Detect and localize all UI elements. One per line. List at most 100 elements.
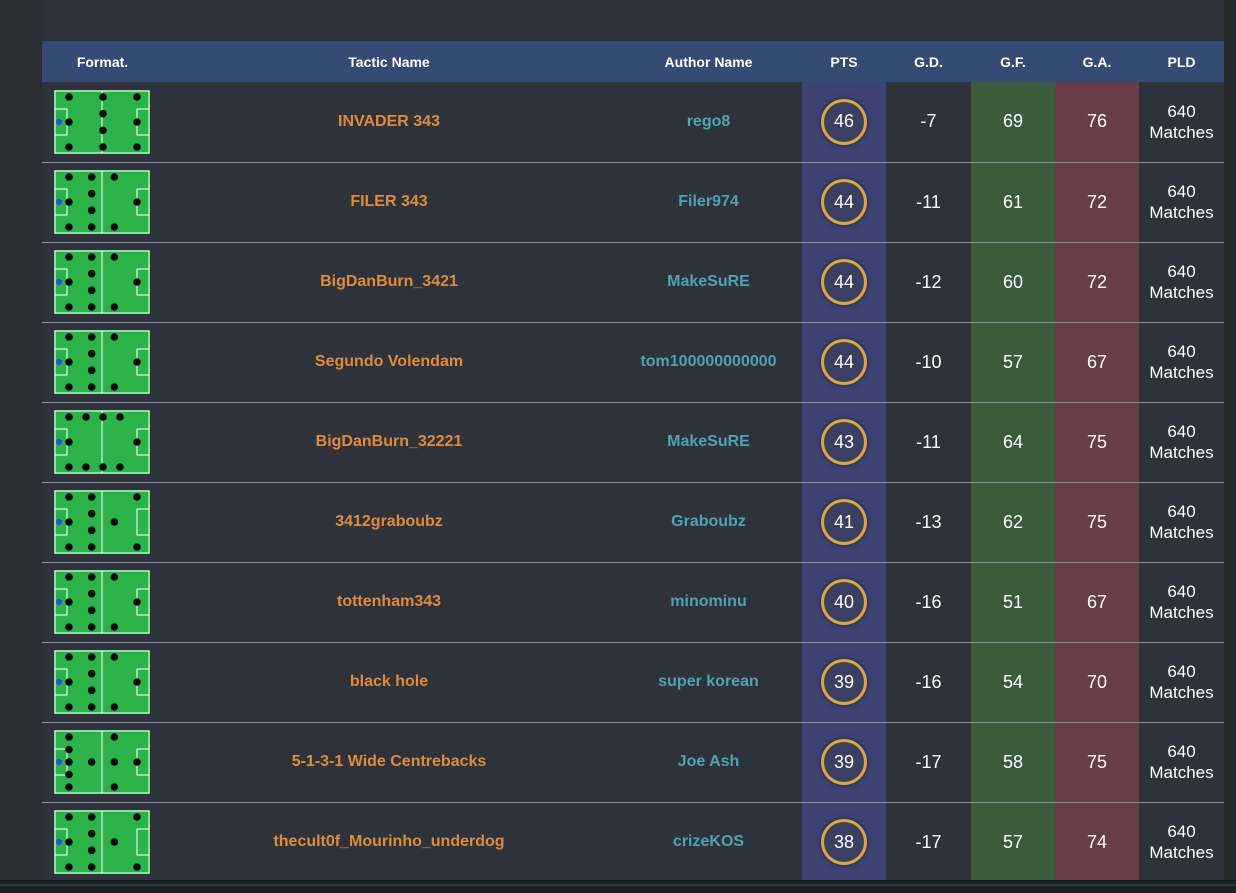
table-row[interactable]: INVADER 343 rego8 46 -7 69 76 640 Matches <box>42 82 1224 162</box>
formation-pitch-icon[interactable] <box>54 330 150 394</box>
formation-pitch-icon[interactable] <box>54 89 150 154</box>
header-author-name[interactable]: Author Name <box>615 41 802 82</box>
table-row[interactable]: thecult0f_Mourinho_underdog crizeKOS 38 … <box>42 802 1224 882</box>
player-dot <box>133 278 141 286</box>
goals-against-value: 75 <box>1086 511 1108 532</box>
author-name-link[interactable]: MakeSuRE <box>667 433 750 450</box>
goal-difference-cell: -11 <box>886 402 971 482</box>
tactic-name-link[interactable]: tottenham343 <box>337 593 441 610</box>
goals-for-value: 64 <box>1002 431 1024 452</box>
author-name-link[interactable]: tom100000000000 <box>640 353 776 370</box>
goals-for-cell: 54 <box>971 642 1055 722</box>
table-row[interactable]: Segundo Volendam tom100000000000 44 -10 … <box>42 322 1224 402</box>
player-dot <box>133 758 141 766</box>
header-tactic-name[interactable]: Tactic Name <box>163 41 615 82</box>
tactic-name-link[interactable]: INVADER 343 <box>338 113 440 130</box>
table-row[interactable]: BigDanBurn_32221 MakeSuRE 43 -11 64 75 6… <box>42 402 1224 482</box>
author-name-link[interactable]: MakeSuRE <box>667 273 750 290</box>
author-cell: Filer974 <box>615 162 802 242</box>
goalkeeper-dot <box>55 278 63 286</box>
author-name-link[interactable]: Joe Ash <box>678 753 740 770</box>
goals-for-cell: 57 <box>971 322 1055 402</box>
played-cell: 640 Matches <box>1139 642 1224 722</box>
tactic-name-link[interactable]: Segundo Volendam <box>315 353 463 370</box>
formation-pitch-icon[interactable] <box>54 490 150 554</box>
player-dot <box>65 173 73 181</box>
player-dot <box>65 223 73 231</box>
player-dot <box>133 543 141 551</box>
goals-against-value: 72 <box>1086 271 1108 292</box>
goals-for-cell: 60 <box>971 242 1055 322</box>
goals-for-value: 57 <box>1002 351 1024 372</box>
header-pts[interactable]: PTS <box>802 41 886 82</box>
goals-against-value: 76 <box>1086 111 1108 132</box>
formation-pitch-icon[interactable] <box>54 810 150 874</box>
goals-against-cell: 74 <box>1055 802 1139 882</box>
player-dot <box>82 413 90 421</box>
formation-pitch-icon[interactable] <box>54 570 150 634</box>
tactic-name-link[interactable]: BigDanBurn_3421 <box>320 273 458 290</box>
tactic-name-link[interactable]: black hole <box>350 673 428 690</box>
formation-pitch-icon[interactable] <box>54 250 150 314</box>
player-dot <box>87 493 96 501</box>
player-dot <box>87 383 96 391</box>
author-name-link[interactable]: rego8 <box>687 113 731 130</box>
header-goals-against[interactable]: G.A. <box>1055 41 1139 82</box>
player-dot <box>65 253 73 261</box>
goals-against-cell: 70 <box>1055 642 1139 722</box>
formation-pitch-icon[interactable] <box>54 170 150 234</box>
points-badge: 43 <box>821 419 867 465</box>
goal-difference-value: -11 <box>916 191 941 212</box>
tactic-name-link[interactable]: BigDanBurn_32221 <box>316 433 463 450</box>
goal-difference-cell: -12 <box>886 242 971 322</box>
goalkeeper-dot <box>55 358 63 366</box>
player-dot <box>110 838 119 846</box>
header-played[interactable]: PLD <box>1139 41 1224 82</box>
header-goals-for[interactable]: G.F. <box>971 41 1055 82</box>
header-goal-difference[interactable]: G.D. <box>886 41 971 82</box>
played-count: 640 <box>1167 502 1196 521</box>
player-dot <box>65 117 73 126</box>
tactic-cell: 5-1-3-1 Wide Centrebacks <box>163 722 615 802</box>
author-cell: MakeSuRE <box>615 242 802 322</box>
tactic-name-link[interactable]: 5-1-3-1 Wide Centrebacks <box>292 753 487 770</box>
goals-for-cell: 58 <box>971 722 1055 802</box>
table-row[interactable]: black hole super korean 39 -16 54 70 640… <box>42 642 1224 722</box>
tactic-name-link[interactable]: thecult0f_Mourinho_underdog <box>273 833 504 850</box>
player-dot <box>110 623 119 631</box>
table-row[interactable]: tottenham343 minominu 40 -16 51 67 640 Ma… <box>42 562 1224 642</box>
author-name-link[interactable]: crizeKOS <box>673 833 744 850</box>
goal-difference-cell: -13 <box>886 482 971 562</box>
author-name-link[interactable]: super korean <box>658 673 758 690</box>
formation-pitch-icon[interactable] <box>54 410 150 474</box>
pts-cell: 43 <box>802 402 886 482</box>
author-name-link[interactable]: Graboubz <box>671 513 746 530</box>
goals-for-cell: 69 <box>971 82 1055 162</box>
author-name-link[interactable]: minominu <box>670 593 746 610</box>
header-format[interactable]: Format. <box>42 41 163 82</box>
tactic-name-link[interactable]: FILER 343 <box>350 193 427 210</box>
player-dot <box>87 543 96 551</box>
bottom-scroll-bar[interactable] <box>0 880 1236 893</box>
table-row[interactable]: 5-1-3-1 Wide Centrebacks Joe Ash 39 -17 … <box>42 722 1224 802</box>
played-cell: 640 Matches <box>1139 802 1224 882</box>
player-dot <box>133 92 141 101</box>
player-dot <box>65 783 73 791</box>
played-count: 640 <box>1167 662 1196 681</box>
author-name-link[interactable]: Filer974 <box>678 193 738 210</box>
table-row[interactable]: 3412graboubz Graboubz 41 -13 62 75 640 Ma… <box>42 482 1224 562</box>
player-dot <box>116 413 124 421</box>
pts-cell: 46 <box>802 82 886 162</box>
formation-pitch-icon[interactable] <box>54 650 150 714</box>
table-row[interactable]: BigDanBurn_3421 MakeSuRE 44 -12 60 72 64… <box>42 242 1224 322</box>
player-dot <box>110 703 119 711</box>
player-dot <box>65 573 73 581</box>
points-badge: 44 <box>821 339 867 385</box>
table-row[interactable]: FILER 343 Filer974 44 -11 61 72 640 Match… <box>42 162 1224 242</box>
tactic-name-link[interactable]: 3412graboubz <box>335 513 443 530</box>
formation-pitch-icon[interactable] <box>54 730 150 794</box>
goal-difference-cell: -10 <box>886 322 971 402</box>
player-dot <box>65 92 73 101</box>
format-cell <box>42 642 163 722</box>
player-dot <box>65 358 73 366</box>
